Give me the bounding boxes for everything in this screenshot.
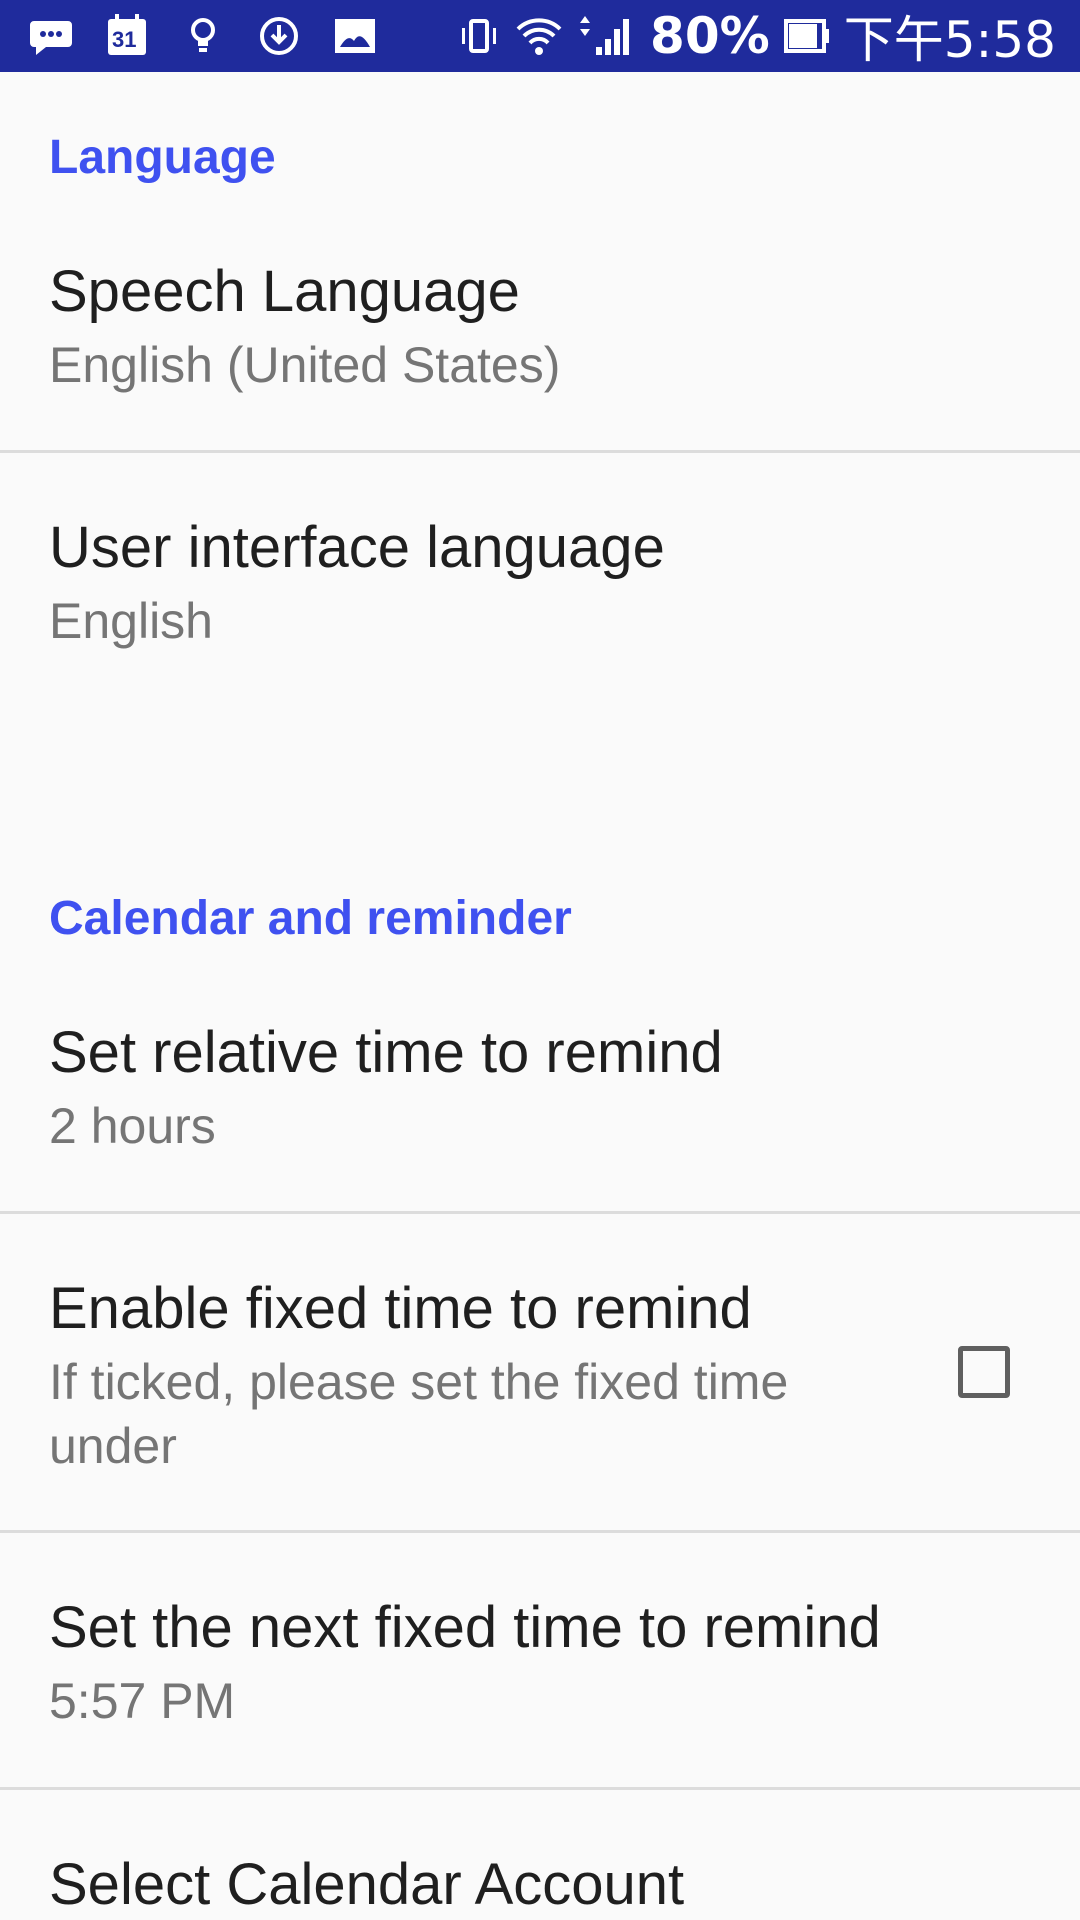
wifi-icon <box>516 13 562 59</box>
battery-icon <box>783 13 830 59</box>
vibrate-icon <box>456 13 502 59</box>
section-header-calendar: Calendar and reminder <box>49 892 572 945</box>
divider <box>0 1530 1080 1533</box>
section-header-language: Language <box>49 131 276 184</box>
clock: 下午5:58 <box>843 11 1056 69</box>
bulb-icon <box>180 13 226 59</box>
divider <box>0 1787 1080 1790</box>
pref-select-calendar-account[interactable]: Select Calendar Account <box>0 1850 1080 1920</box>
pref-title: Enable fixed time to remind <box>49 1276 752 1341</box>
divider <box>0 1211 1080 1214</box>
pref-relative-time-remind[interactable]: Set relative time to remind 2 hours <box>0 1018 1080 1158</box>
pref-title: Set relative time to remind <box>49 1020 723 1085</box>
pref-title: Speech Language <box>49 259 520 324</box>
pref-enable-fixed-time[interactable]: Enable fixed time to remind If ticked, p… <box>0 1274 1080 1478</box>
pref-user-interface-language[interactable]: User interface language English <box>0 513 1080 653</box>
pref-summary: 2 hours <box>49 1097 216 1154</box>
pref-summary: English (United States) <box>49 336 561 393</box>
battery-percent: 80% <box>650 7 770 65</box>
pref-speech-language[interactable]: Speech Language English (United States) <box>0 257 1080 397</box>
settings-list: Language Speech Language English (United… <box>0 72 1080 1920</box>
pref-title: Select Calendar Account <box>49 1852 685 1917</box>
status-bar: 31 80% 下午5:58 <box>0 0 1080 72</box>
pref-summary: 5:57 PM <box>49 1672 236 1729</box>
pref-summary: If ticked, please set the fixed time und… <box>49 1353 789 1474</box>
divider <box>0 450 1080 453</box>
calendar-date: 31 <box>112 27 137 52</box>
signal-icon <box>576 13 636 59</box>
fixed-time-checkbox[interactable] <box>958 1346 1010 1398</box>
photo-icon <box>332 13 378 59</box>
pref-summary: English <box>49 592 213 649</box>
pref-title: Set the next fixed time to remind <box>49 1595 881 1660</box>
calendar-icon: 31 <box>104 13 150 59</box>
message-icon <box>28 13 74 59</box>
pref-next-fixed-time[interactable]: Set the next fixed time to remind 5:57 P… <box>0 1593 1080 1733</box>
pref-title: User interface language <box>49 515 665 580</box>
download-icon <box>256 13 302 59</box>
